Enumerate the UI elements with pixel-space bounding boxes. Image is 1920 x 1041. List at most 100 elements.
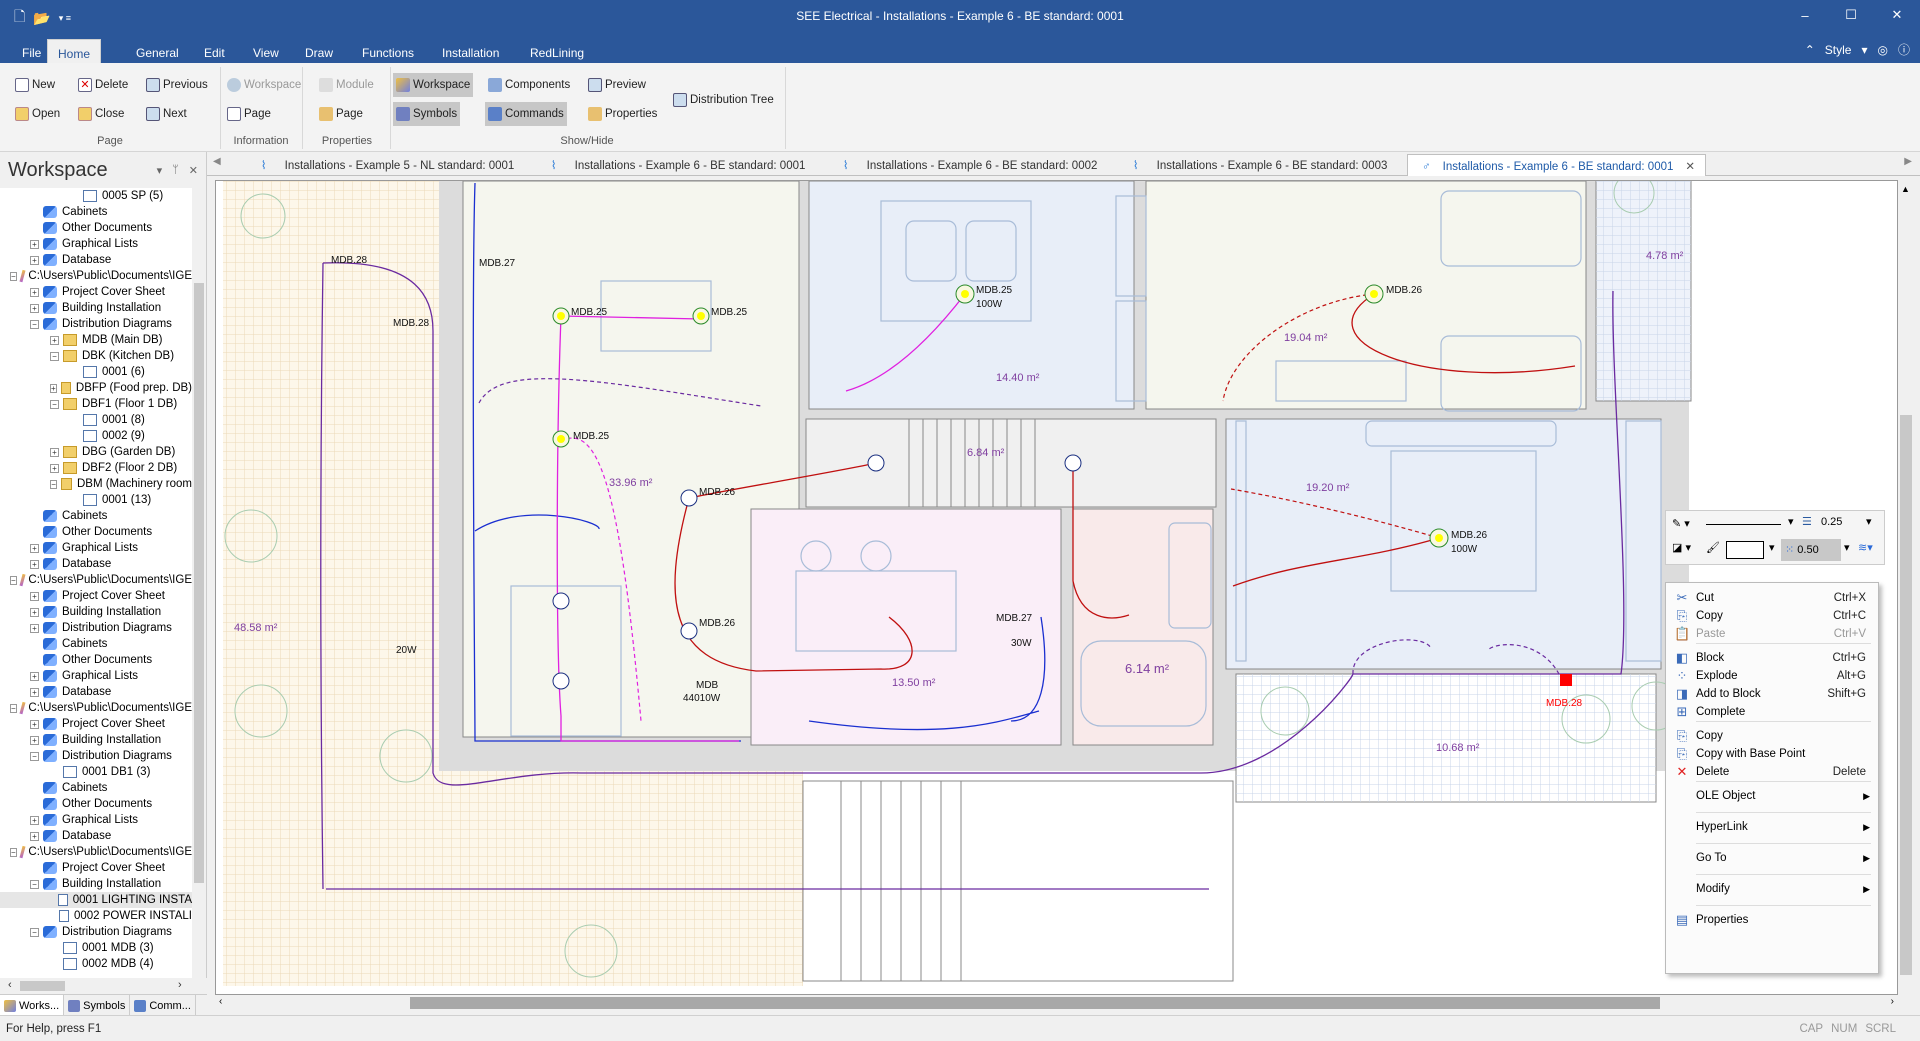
tree-node[interactable]: + Graphical Lists — [0, 540, 192, 556]
tree-node[interactable]: − C:\Users\Public\Documents\IGE — [0, 700, 192, 716]
tab-general[interactable]: General — [126, 39, 189, 63]
expand-icon[interactable]: + — [30, 239, 39, 249]
page-properties-button[interactable]: Page — [316, 102, 366, 126]
tree-node[interactable]: + DBG (Garden DB) — [0, 444, 192, 460]
tab-installation[interactable]: Installation — [432, 39, 509, 63]
info-page-button[interactable]: Page — [224, 102, 274, 126]
tree-node[interactable]: Other Documents — [0, 652, 192, 668]
tree-node[interactable]: + Database — [0, 828, 192, 844]
tree-node[interactable]: − DBM (Machinery room — [0, 476, 192, 492]
fill-color-icon[interactable]: ◪ ▾ — [1672, 541, 1691, 554]
document-tab[interactable]: ⌇ Installations - Example 6 - BE standard… — [829, 154, 1097, 176]
tree-node[interactable]: 0001 (8) — [0, 412, 192, 428]
collapse-icon[interactable]: − — [30, 751, 39, 761]
menu-item-paste[interactable]: 📋 Paste Ctrl+V — [1666, 623, 1878, 645]
collapse-icon[interactable]: − — [10, 271, 17, 281]
expand-icon[interactable]: + — [30, 607, 39, 617]
line-color-icon[interactable]: ✎ ▾ — [1672, 517, 1690, 530]
collapse-icon[interactable]: − — [30, 319, 39, 329]
document-tab[interactable]: ⌇ Installations - Example 5 - NL standard… — [247, 154, 514, 176]
tree-node[interactable]: 0002 (9) — [0, 428, 192, 444]
tree-node[interactable]: 0005 SP (5) — [0, 188, 192, 204]
tab-edit[interactable]: Edit — [194, 39, 235, 63]
scroll-up-icon[interactable]: ▲ — [1901, 184, 1910, 194]
tree-node[interactable]: Cabinets — [0, 508, 192, 524]
tree-node[interactable]: + Database — [0, 252, 192, 268]
tree-node[interactable]: 0002 MDB (4) — [0, 956, 192, 972]
tree-node[interactable]: − Distribution Diagrams — [0, 748, 192, 764]
line-style-dropdown-icon[interactable]: ▾ — [1788, 515, 1794, 528]
close-page-button[interactable]: Close — [75, 102, 127, 126]
module-properties-button[interactable]: Module — [316, 73, 377, 97]
style-dropdown-icon[interactable]: ▾ — [1861, 43, 1867, 57]
tree-node[interactable]: − DBF1 (Floor 1 DB) — [0, 396, 192, 412]
expand-icon[interactable]: + — [50, 447, 59, 457]
fill-color-swatch[interactable] — [1726, 541, 1764, 559]
help-icon[interactable]: ◎ — [1878, 43, 1888, 57]
next-button[interactable]: Next — [143, 102, 190, 126]
tree-node[interactable]: Other Documents — [0, 796, 192, 812]
tree-node[interactable]: Project Cover Sheet — [0, 860, 192, 876]
tree-node[interactable]: + DBFP (Food prep. DB) — [0, 380, 192, 396]
show-distribution-tree-toggle[interactable]: Distribution Tree — [670, 88, 777, 112]
panel-tab-workspace[interactable]: Works... — [0, 995, 65, 1016]
selected-symbol[interactable] — [1560, 674, 1572, 686]
collapse-icon[interactable]: − — [30, 927, 39, 937]
show-symbols-toggle[interactable]: Symbols — [393, 102, 461, 126]
expand-icon[interactable]: + — [30, 623, 39, 633]
tree-node[interactable]: + Building Installation — [0, 604, 192, 620]
tab-view[interactable]: View — [243, 39, 289, 63]
tree-node[interactable]: + Building Installation — [0, 732, 192, 748]
scroll-left-icon[interactable]: ‹ — [219, 996, 222, 1007]
minimize-button[interactable]: – — [1782, 0, 1828, 30]
close-button[interactable]: ✕ — [1874, 0, 1920, 30]
tree-node[interactable]: 0001 (13) — [0, 492, 192, 508]
tree-node[interactable]: + Building Installation — [0, 300, 192, 316]
line-width-dropdown-icon[interactable]: ▾ — [1866, 515, 1872, 528]
brush-icon[interactable]: 🖌 — [1706, 541, 1720, 554]
menu-item-properties[interactable]: ▤ Properties — [1666, 909, 1878, 931]
line-style-select[interactable] — [1706, 517, 1781, 525]
tree-node[interactable]: + Project Cover Sheet — [0, 716, 192, 732]
expand-icon[interactable]: + — [30, 735, 39, 745]
scroll-right-icon[interactable]: › — [178, 979, 182, 991]
style-menu[interactable]: Style — [1825, 43, 1852, 57]
expand-icon[interactable]: + — [50, 335, 59, 345]
hatch-scale-field[interactable]: ⁙ 0.50 — [1781, 539, 1841, 561]
show-properties-toggle[interactable]: Properties — [585, 102, 660, 126]
tree-node[interactable]: 0001 DB1 (3) — [0, 764, 192, 780]
tree-node[interactable]: + Graphical Lists — [0, 236, 192, 252]
tree-node[interactable]: 0001 LIGHTING INSTA — [0, 892, 192, 908]
collapse-icon[interactable]: − — [10, 575, 17, 585]
tab-redlining[interactable]: RedLining — [520, 39, 594, 63]
open-button[interactable]: Open — [12, 102, 63, 126]
document-tab[interactable]: ⌇ Installations - Example 6 - BE standard… — [537, 154, 805, 176]
collapse-ribbon-icon[interactable]: ⌃ — [1805, 43, 1815, 57]
info-icon[interactable]: ⓘ — [1898, 41, 1910, 58]
tree-node[interactable]: Cabinets — [0, 636, 192, 652]
expand-icon[interactable]: + — [30, 543, 39, 553]
tree-node[interactable]: Cabinets — [0, 780, 192, 796]
expand-icon[interactable]: + — [30, 815, 39, 825]
scrollbar-thumb[interactable] — [194, 283, 204, 883]
tab-draw[interactable]: Draw — [295, 39, 343, 63]
tree-node[interactable]: Other Documents — [0, 524, 192, 540]
menu-item-go-to[interactable]: Go To ▶ — [1666, 847, 1878, 869]
show-commands-toggle[interactable]: Commands — [485, 102, 567, 126]
tab-file[interactable]: File — [12, 39, 51, 63]
expand-icon[interactable]: + — [30, 671, 39, 681]
tree-node[interactable]: + Graphical Lists — [0, 668, 192, 684]
tree-node[interactable]: − Building Installation — [0, 876, 192, 892]
tab-close-icon[interactable]: ✕ — [1685, 161, 1695, 173]
tree-node[interactable]: Cabinets — [0, 204, 192, 220]
expand-icon[interactable]: + — [30, 255, 39, 265]
panel-tab-commands[interactable]: Comm... — [130, 995, 196, 1016]
tree-node[interactable]: + Database — [0, 684, 192, 700]
expand-icon[interactable]: + — [50, 383, 57, 393]
collapse-icon[interactable]: − — [50, 351, 59, 361]
tree-node[interactable]: 0002 POWER INSTALI — [0, 908, 192, 924]
menu-item-modify[interactable]: Modify ▶ — [1666, 878, 1878, 900]
maximize-button[interactable]: ☐ — [1828, 0, 1874, 30]
scrollbar-thumb[interactable] — [20, 981, 65, 991]
panel-close-icon[interactable]: ✕ — [189, 164, 198, 177]
